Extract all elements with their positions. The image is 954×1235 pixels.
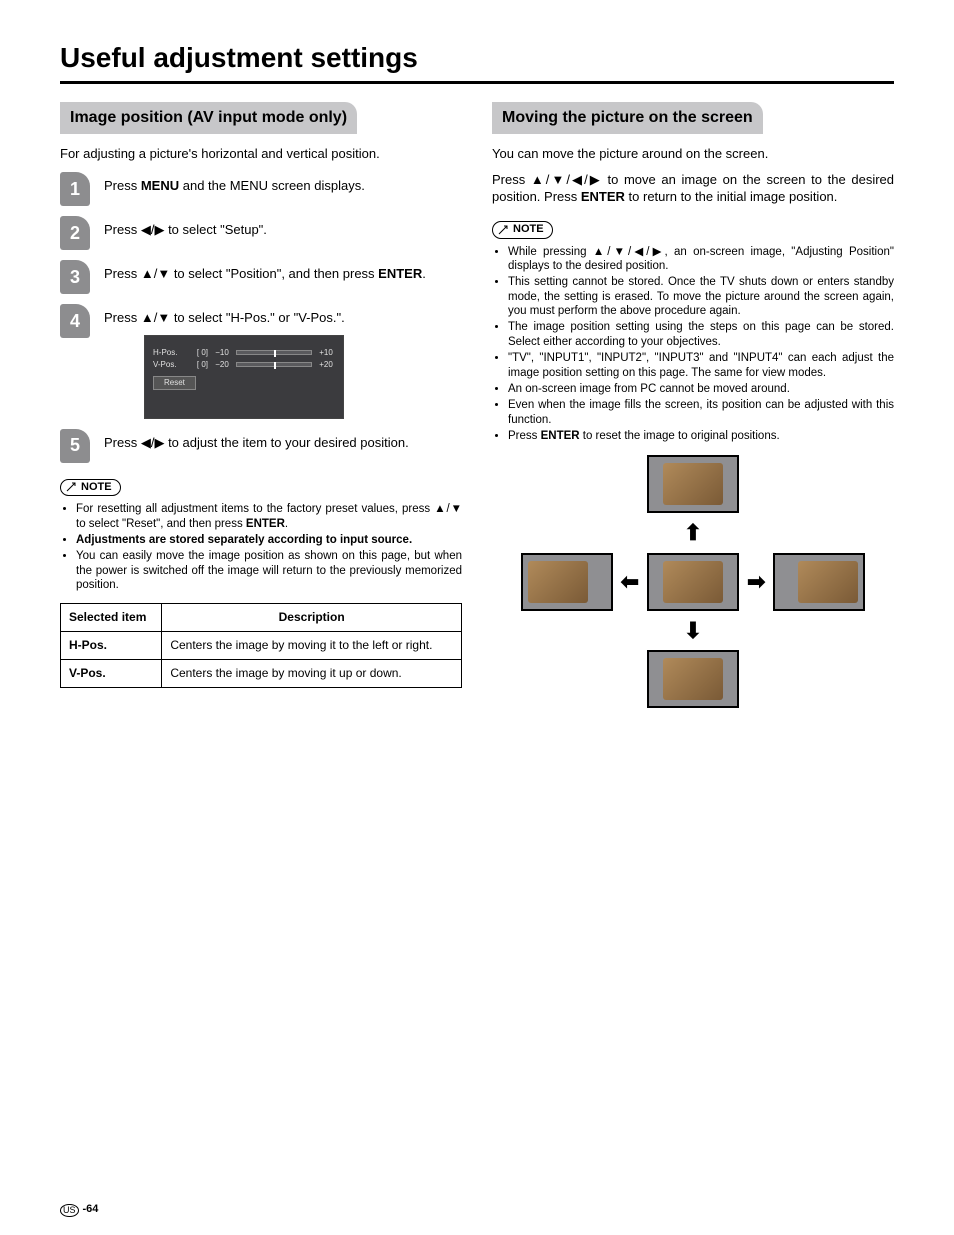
note-item: For resetting all adjustment items to th… bbox=[76, 502, 462, 531]
up-down-arrow-icon: ▲/▼ bbox=[141, 310, 170, 325]
osd-position-panel: H-Pos. [ 0] −10 +10 V-Pos. [ 0] −20 +20 … bbox=[144, 335, 344, 419]
table-cell: V-Pos. bbox=[61, 659, 162, 687]
note-list: For resetting all adjustment items to th… bbox=[60, 502, 462, 592]
all-arrows-icon: ▲/▼/◀/▶ bbox=[531, 172, 602, 187]
step-text: Press MENU and the MENU screen displays. bbox=[104, 172, 462, 194]
note-item: Press ENTER to reset the image to origin… bbox=[508, 429, 894, 443]
step-5: 5 Press ◀/▶ to adjust the item to your d… bbox=[60, 429, 462, 463]
step-badge: 1 bbox=[60, 172, 90, 206]
description-table: Selected item Description H-Pos. Centers… bbox=[60, 603, 462, 688]
osd-slider bbox=[236, 362, 312, 367]
intro-text: For adjusting a picture's horizontal and… bbox=[60, 146, 462, 162]
table-header-row: Selected item Description bbox=[61, 603, 462, 631]
left-right-arrow-icon: ◀/▶ bbox=[141, 435, 165, 450]
note-item: The image position setting using the ste… bbox=[508, 320, 894, 349]
step-text: Press ◀/▶ to select "Setup". bbox=[104, 216, 462, 238]
up-down-arrow-icon: ▲/▼ bbox=[141, 266, 170, 281]
intro-text: You can move the picture around on the s… bbox=[492, 146, 894, 162]
note-item: Even when the image fills the screen, it… bbox=[508, 398, 894, 427]
note-label: NOTE bbox=[60, 479, 121, 497]
note-item: You can easily move the image position a… bbox=[76, 549, 462, 592]
right-arrow-icon: ➡ bbox=[747, 568, 765, 596]
diagram-middle-row: ⬅ ➡ bbox=[521, 553, 866, 611]
note-item: Adjustments are stored separately accord… bbox=[76, 533, 462, 547]
note-item: "TV", "INPUT1", "INPUT2", "INPUT3" and "… bbox=[508, 351, 894, 380]
note-icon bbox=[497, 224, 509, 236]
section-heading-moving-picture: Moving the picture on the screen bbox=[492, 102, 763, 134]
title-rule bbox=[60, 81, 894, 84]
osd-reset-button: Reset bbox=[153, 376, 196, 390]
step-text: Press ▲/▼ to select "Position", and then… bbox=[104, 260, 462, 282]
page-number: -64 bbox=[83, 1203, 99, 1217]
down-arrow-icon: ⬇ bbox=[684, 617, 702, 645]
lion-image-icon bbox=[663, 658, 723, 700]
move-diagram: ⬆ ⬅ ➡ ⬇ bbox=[492, 455, 894, 708]
left-right-arrow-icon: ◀/▶ bbox=[141, 222, 165, 237]
step-text: Press ◀/▶ to adjust the item to your des… bbox=[104, 429, 462, 451]
step-badge: 5 bbox=[60, 429, 90, 463]
osd-hpos-row: H-Pos. [ 0] −10 +10 bbox=[153, 348, 335, 358]
left-column: Image position (AV input mode only) For … bbox=[60, 102, 462, 708]
note-item: An on-screen image from PC cannot be mov… bbox=[508, 382, 894, 396]
step-3: 3 Press ▲/▼ to select "Position", and th… bbox=[60, 260, 462, 294]
table-cell: Centers the image by moving it to the le… bbox=[162, 631, 462, 659]
two-column-layout: Image position (AV input mode only) For … bbox=[60, 102, 894, 708]
page-footer: US -64 bbox=[60, 1203, 98, 1217]
step-2: 2 Press ◀/▶ to select "Setup". bbox=[60, 216, 462, 250]
section-heading-image-position: Image position (AV input mode only) bbox=[60, 102, 357, 134]
step-badge: 4 bbox=[60, 304, 90, 338]
note-list: While pressing ▲/▼/◀/▶, an on-screen ima… bbox=[492, 245, 894, 444]
instruction-text: Press ▲/▼/◀/▶ to move an image on the sc… bbox=[492, 172, 894, 205]
step-badge: 2 bbox=[60, 216, 90, 250]
lion-image-icon bbox=[663, 463, 723, 505]
screen-thumbnail-right bbox=[773, 553, 865, 611]
table-row: H-Pos. Centers the image by moving it to… bbox=[61, 631, 462, 659]
lion-image-icon bbox=[798, 561, 858, 603]
step-text: Press ▲/▼ to select "H-Pos." or "V-Pos."… bbox=[104, 304, 462, 418]
table-cell: H-Pos. bbox=[61, 631, 162, 659]
note-item: While pressing ▲/▼/◀/▶, an on-screen ima… bbox=[508, 245, 894, 274]
lion-image-icon bbox=[663, 561, 723, 603]
left-arrow-icon: ⬅ bbox=[621, 568, 639, 596]
screen-thumbnail-top bbox=[647, 455, 739, 513]
page-title: Useful adjustment settings bbox=[60, 40, 894, 75]
note-icon bbox=[65, 481, 77, 493]
region-badge: US bbox=[60, 1204, 79, 1217]
screen-thumbnail-center bbox=[647, 553, 739, 611]
osd-slider bbox=[236, 350, 312, 355]
note-label: NOTE bbox=[492, 221, 553, 239]
step-badge: 3 bbox=[60, 260, 90, 294]
table-header: Selected item bbox=[61, 603, 162, 631]
lion-image-icon bbox=[528, 561, 588, 603]
note-item: This setting cannot be stored. Once the … bbox=[508, 275, 894, 318]
osd-vpos-row: V-Pos. [ 0] −20 +20 bbox=[153, 360, 335, 370]
up-down-arrow-icon: ▲/▼ bbox=[434, 503, 462, 515]
table-row: V-Pos. Centers the image by moving it up… bbox=[61, 659, 462, 687]
screen-thumbnail-left bbox=[521, 553, 613, 611]
screen-thumbnail-bottom bbox=[647, 650, 739, 708]
step-1: 1 Press MENU and the MENU screen display… bbox=[60, 172, 462, 206]
all-arrows-icon: ▲/▼/◀/▶ bbox=[593, 246, 665, 258]
table-cell: Centers the image by moving it up or dow… bbox=[162, 659, 462, 687]
table-header: Description bbox=[162, 603, 462, 631]
step-4: 4 Press ▲/▼ to select "H-Pos." or "V-Pos… bbox=[60, 304, 462, 418]
up-arrow-icon: ⬆ bbox=[684, 519, 702, 547]
right-column: Moving the picture on the screen You can… bbox=[492, 102, 894, 708]
